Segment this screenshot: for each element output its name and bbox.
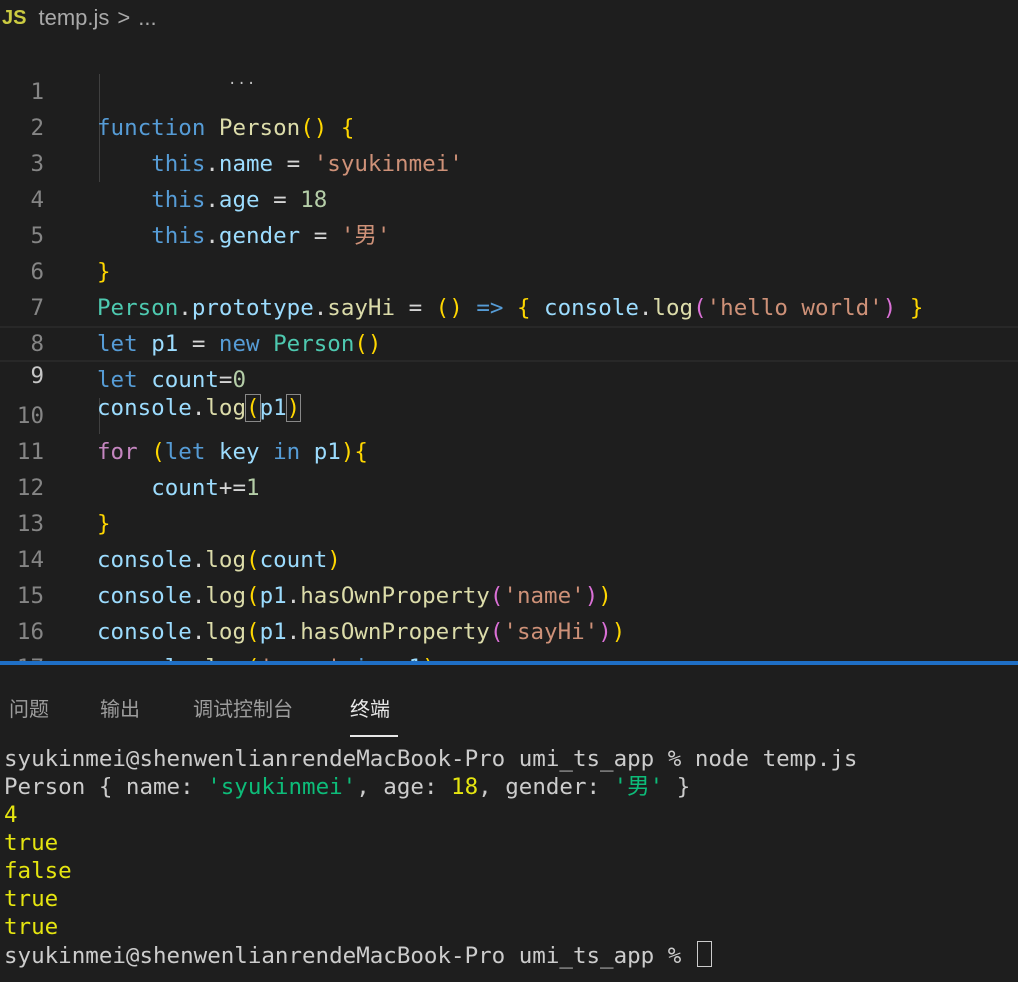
code-line[interactable]: 11 count+=1 (0, 398, 1018, 501)
code-line[interactable]: 7 let p1 = new Person() (0, 254, 1018, 357)
terminal-line: true (4, 914, 59, 940)
code-line[interactable]: 6 Person.prototype.sayHi = () => { conso… (0, 218, 1018, 321)
bottom-panel: 问题 输出 调试控制台 终端 syukinmei@shenwenlianrend… (0, 665, 1018, 982)
terminal-prompt: syukinmei@shenwenlianrendeMacBook-Pro um… (4, 746, 695, 772)
terminal-line: false (4, 858, 72, 884)
tab-debug-console[interactable]: 调试控制台 (193, 693, 293, 722)
code-line[interactable]: 2 this.name = 'syukinmei' (0, 74, 1018, 177)
code-line[interactable]: 15 console.log(p1.hasOwnProperty('sayHi'… (0, 542, 1018, 645)
chevron-right-icon: > (117, 5, 131, 30)
code-line[interactable]: 14 console.log(p1.hasOwnProperty('name')… (0, 506, 1018, 609)
code-line[interactable]: 10 for (let key in p1){ (0, 362, 1018, 465)
code-line[interactable]: 13 console.log(count) (0, 470, 1018, 573)
terminal-cursor (696, 941, 712, 967)
panel-tabs: 问题 输出 调试控制台 终端 (0, 665, 1018, 739)
breadcrumb-more[interactable]: ... (138, 5, 156, 31)
code-line-active[interactable]: 9 console.log(p1) (0, 326, 1018, 422)
terminal-line: true (4, 886, 59, 912)
breadcrumb-file[interactable]: temp.js (38, 5, 109, 31)
javascript-file-icon: JS (2, 6, 27, 29)
code-line[interactable]: 5 } (0, 182, 1018, 285)
terminal-line: true (4, 830, 59, 856)
code-line[interactable]: 17 console.log('sayHi' in p1) (0, 614, 1018, 717)
terminal-prompt: syukinmei@shenwenlianrendeMacBook-Pro um… (4, 943, 695, 969)
code-line[interactable]: 12 } (0, 434, 1018, 537)
tab-terminal[interactable]: 终端 (350, 693, 390, 722)
tab-output[interactable]: 输出 (100, 693, 140, 722)
breadcrumb: JS temp.js > ... (0, 0, 1018, 36)
tab-problems[interactable]: 问题 (9, 693, 49, 722)
code-line[interactable]: 4 this.gender = '男' (0, 146, 1018, 249)
code-editor[interactable]: 1 function Person() { ... 2 this.name = … (0, 38, 1018, 717)
code-line[interactable]: 16 console.log('name' in p1) (0, 578, 1018, 681)
code-line[interactable]: 3 this.age = 18 (0, 110, 1018, 213)
code-line[interactable]: 1 function Person() { ... (0, 38, 1018, 141)
terminal-command: node temp.js (694, 746, 858, 772)
terminal-output[interactable]: syukinmei@shenwenlianrendeMacBook-Pro um… (4, 745, 857, 970)
code-line[interactable]: 8 let count=0 (0, 290, 1018, 393)
terminal-line: 4 (4, 802, 18, 828)
active-tab-indicator (350, 735, 398, 737)
